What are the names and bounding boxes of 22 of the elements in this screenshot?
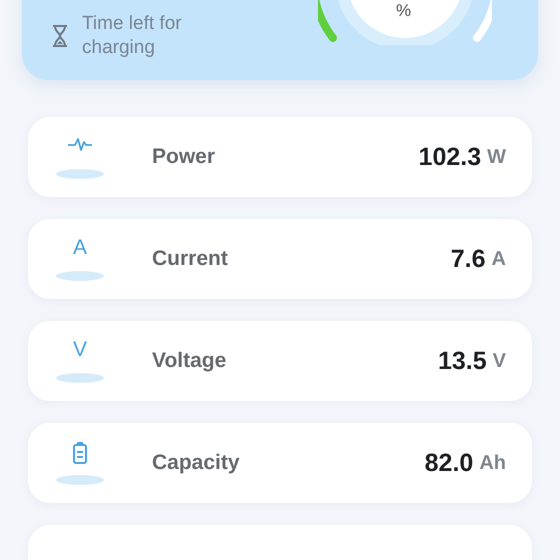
pedestal-icon	[56, 169, 104, 179]
letter-icon: A	[72, 237, 87, 259]
pedestal-icon	[56, 373, 104, 383]
metric-value: 102.3	[418, 142, 482, 172]
hourglass-icon	[50, 24, 70, 48]
percent-unit: %	[396, 1, 412, 21]
pedestal-icon	[56, 475, 104, 485]
metric-unit: Ah	[479, 452, 506, 474]
metric-label: Power	[152, 145, 216, 169]
metric-label: Voltage	[152, 349, 228, 373]
letter-icon: V	[72, 339, 87, 361]
time-left-label: Time left for charging	[82, 12, 183, 60]
pedestal-icon	[56, 271, 104, 281]
metric-label: Current	[152, 247, 229, 271]
metric-unit: A	[492, 248, 506, 270]
metric-unit: W	[487, 146, 506, 168]
metric-unit: V	[492, 350, 506, 372]
metric-value: 82.0	[424, 448, 474, 478]
battery-icon	[72, 441, 88, 465]
metric-label: Capacity	[152, 451, 241, 475]
metric-value: 13.5	[438, 346, 487, 376]
metric-value: 7.6	[450, 244, 486, 274]
